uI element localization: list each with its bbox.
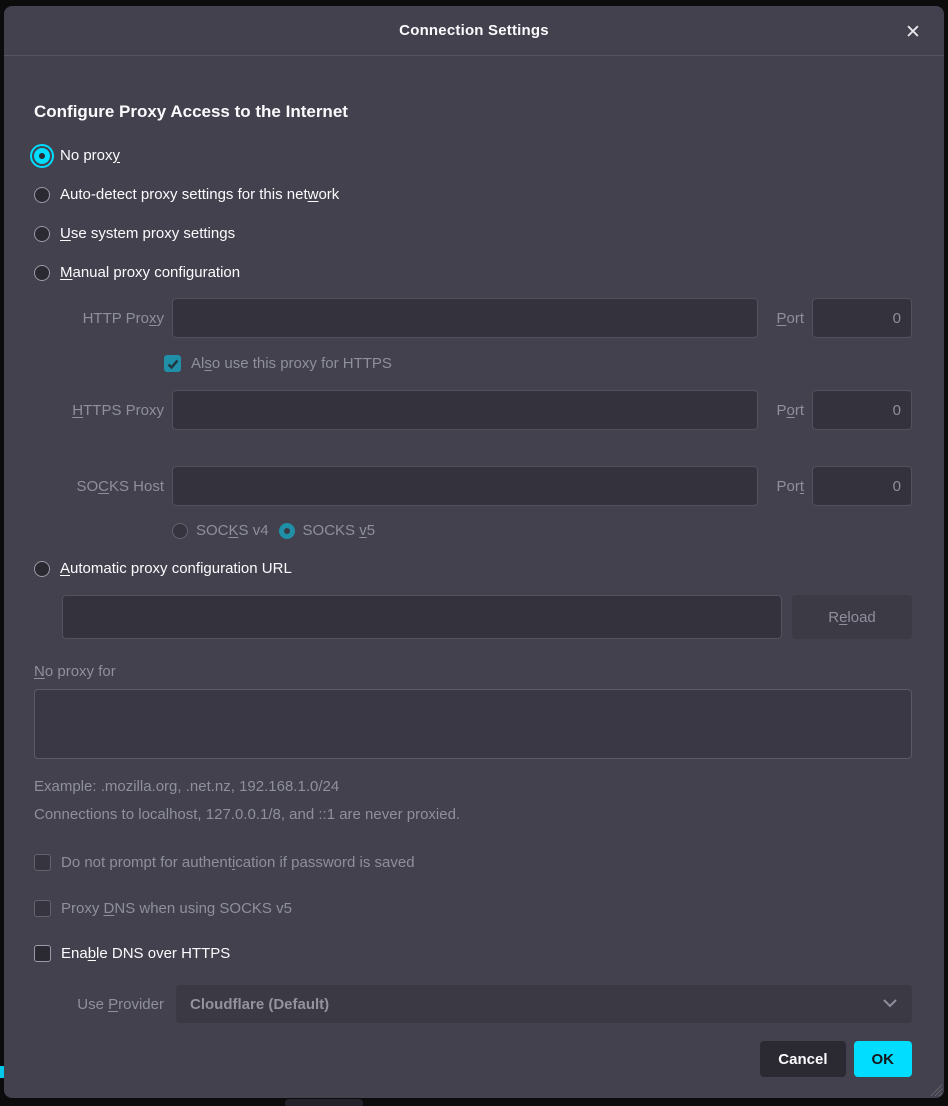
checkbox-icon[interactable] — [34, 854, 51, 871]
https-port-label: Port — [766, 402, 804, 419]
no-prompt-auth-checkbox-row[interactable]: Do not prompt for authentication if pass… — [34, 854, 912, 871]
socks-port-label: Port — [766, 478, 804, 495]
http-proxy-row: HTTP Proxy Port — [34, 298, 912, 338]
ok-button[interactable]: OK — [854, 1041, 913, 1077]
radio-label: No proxy — [60, 147, 120, 164]
chevron-down-icon — [882, 995, 898, 1013]
page-title: Configure Proxy Access to the Internet — [34, 102, 912, 122]
http-port-label: Port — [766, 310, 804, 327]
enable-doh-checkbox-row[interactable]: Enable DNS over HTTPS — [34, 945, 912, 962]
radio-system-proxy[interactable]: Use system proxy settings — [34, 214, 912, 253]
provider-dropdown[interactable]: Cloudflare (Default) — [176, 985, 912, 1023]
radio-label: SOCKS v5 — [303, 522, 376, 539]
auto-config-url-row: Reload — [62, 595, 912, 639]
radio-label: Automatic proxy configuration URL — [60, 560, 292, 577]
no-proxy-example-text: Example: .mozilla.org, .net.nz, 192.168.… — [34, 778, 912, 795]
http-proxy-label: HTTP Proxy — [34, 310, 164, 327]
radio-label: Use system proxy settings — [60, 225, 235, 242]
radio-button-icon[interactable] — [34, 187, 50, 203]
reload-button-label: Reload — [828, 609, 876, 626]
radio-label: SOCKS v4 — [196, 522, 269, 539]
radio-socks-v4[interactable]: SOCKS v4 — [172, 522, 269, 539]
https-proxy-row: HTTPS Proxy Port — [34, 390, 912, 430]
use-provider-label: Use Provider — [34, 996, 164, 1013]
radio-button-icon[interactable] — [279, 523, 295, 539]
socks-host-row: SOCKS Host Port — [34, 466, 912, 506]
dialog-titlebar: Connection Settings ✕ — [4, 6, 944, 56]
radio-button-icon[interactable] — [34, 148, 50, 164]
no-proxy-for-label: No proxy for — [34, 663, 912, 680]
checkbox-label: Enable DNS over HTTPS — [61, 945, 230, 962]
socks-host-label: SOCKS Host — [34, 478, 164, 495]
cancel-button[interactable]: Cancel — [760, 1041, 845, 1077]
close-icon[interactable]: ✕ — [900, 19, 926, 45]
http-port-input[interactable] — [812, 298, 912, 338]
reload-button[interactable]: Reload — [792, 595, 912, 639]
dialog-footer: Cancel OK — [34, 1041, 912, 1077]
radio-label: Manual proxy configuration — [60, 264, 240, 281]
radio-label: Auto-detect proxy settings for this netw… — [60, 186, 339, 203]
provider-dropdown-value: Cloudflare (Default) — [190, 996, 329, 1013]
checkbox-label: Also use this proxy for HTTPS — [191, 355, 392, 372]
radio-auto-config-url[interactable]: Automatic proxy configuration URL — [34, 549, 912, 588]
checkbox-icon[interactable] — [34, 900, 51, 917]
checkbox-checked-icon[interactable] — [164, 355, 181, 372]
socks-version-row: SOCKS v4 SOCKS v5 — [172, 522, 912, 539]
radio-manual-proxy[interactable]: Manual proxy configuration — [34, 253, 912, 292]
radio-socks-v5[interactable]: SOCKS v5 — [279, 522, 376, 539]
radio-auto-detect[interactable]: Auto-detect proxy settings for this netw… — [34, 175, 912, 214]
background-page-fragment — [285, 1099, 363, 1106]
doh-provider-row: Use Provider Cloudflare (Default) — [34, 985, 912, 1023]
resize-grip-icon[interactable] — [928, 1082, 942, 1096]
localhost-note-text: Connections to localhost, 127.0.0.1/8, a… — [34, 806, 912, 823]
checkbox-label: Proxy DNS when using SOCKS v5 — [61, 900, 292, 917]
radio-button-icon[interactable] — [34, 226, 50, 242]
socks-host-input[interactable] — [172, 466, 758, 506]
radio-button-icon[interactable] — [172, 523, 188, 539]
checkbox-label: Do not prompt for authentication if pass… — [61, 854, 415, 871]
radio-no-proxy[interactable]: No proxy — [34, 136, 912, 175]
http-proxy-input[interactable] — [172, 298, 758, 338]
https-proxy-input[interactable] — [172, 390, 758, 430]
connection-settings-dialog: Connection Settings ✕ Configure Proxy Ac… — [4, 6, 944, 1098]
auto-config-url-input[interactable] — [62, 595, 782, 639]
proxy-dns-checkbox-row[interactable]: Proxy DNS when using SOCKS v5 — [34, 900, 912, 917]
no-proxy-for-textarea[interactable] — [34, 689, 912, 759]
dialog-title: Connection Settings — [399, 22, 549, 39]
radio-button-icon[interactable] — [34, 265, 50, 281]
checkbox-icon[interactable] — [34, 945, 51, 962]
share-proxy-checkbox-row[interactable]: Also use this proxy for HTTPS — [164, 355, 912, 372]
https-proxy-label: HTTPS Proxy — [34, 402, 164, 419]
socks-port-input[interactable] — [812, 466, 912, 506]
https-port-input[interactable] — [812, 390, 912, 430]
radio-button-icon[interactable] — [34, 561, 50, 577]
